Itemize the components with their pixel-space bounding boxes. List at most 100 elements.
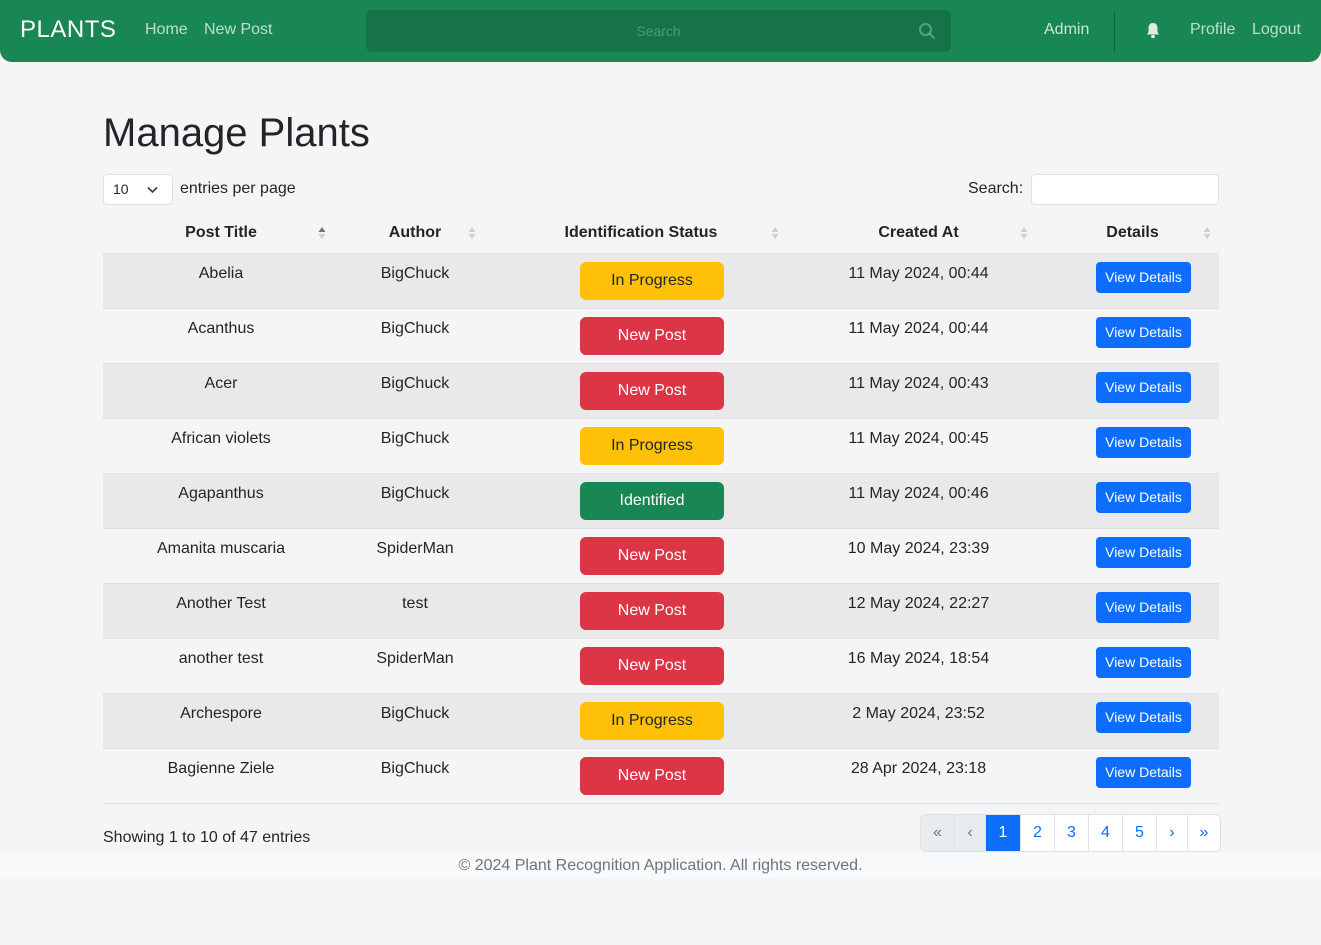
table-row: Agapanthus BigChuck Identified 11 May 20… <box>103 473 1219 529</box>
nav-home-link[interactable]: Home <box>145 21 188 39</box>
navbar-search <box>366 10 951 52</box>
table-search-input[interactable] <box>1031 174 1219 205</box>
view-details-button[interactable]: View Details <box>1096 316 1191 348</box>
created-at-cell: 11 May 2024, 00:45 <box>791 418 1046 474</box>
author-cell: BigChuck <box>339 418 491 474</box>
sort-icon <box>771 227 779 239</box>
author-cell: BigChuck <box>339 693 491 749</box>
status-badge: In Progress <box>580 261 724 300</box>
post-title-cell: Bagienne Ziele <box>103 748 339 804</box>
view-details-button[interactable]: View Details <box>1096 646 1191 678</box>
created-at-cell: 12 May 2024, 22:27 <box>791 583 1046 639</box>
created-at-cell: 10 May 2024, 23:39 <box>791 528 1046 584</box>
nav-divider <box>1114 10 1115 52</box>
author-cell: BigChuck <box>339 748 491 804</box>
post-title-cell: Agapanthus <box>103 473 339 529</box>
view-details-button[interactable]: View Details <box>1096 701 1191 733</box>
status-badge: New Post <box>580 536 724 575</box>
pagination-page-5[interactable]: 5 <box>1122 815 1156 851</box>
created-at-cell: 11 May 2024, 00:44 <box>791 308 1046 364</box>
post-title-cell: Acanthus <box>103 308 339 364</box>
view-details-button[interactable]: View Details <box>1096 591 1191 623</box>
footer: © 2024 Plant Recognition Application. Al… <box>0 853 1321 878</box>
sort-icon <box>468 227 476 239</box>
header-post-title[interactable]: Post Title <box>103 214 339 254</box>
post-title-cell: Archespore <box>103 693 339 749</box>
table-row: Acer BigChuck New Post 11 May 2024, 00:4… <box>103 363 1219 419</box>
status-badge: In Progress <box>580 701 724 740</box>
pagination: « ‹ 1 2 3 4 5 › » <box>920 814 1221 852</box>
plants-table: Post Title Author Identification Status <box>103 214 1219 804</box>
author-cell: test <box>339 583 491 639</box>
header-author[interactable]: Author <box>339 214 491 254</box>
table-row: Amanita muscaria SpiderMan New Post 10 M… <box>103 528 1219 584</box>
status-badge: New Post <box>580 756 724 795</box>
pagination-page-4[interactable]: 4 <box>1088 815 1122 851</box>
sort-asc-icon <box>318 227 326 239</box>
post-title-cell: Acer <box>103 363 339 419</box>
status-badge: New Post <box>580 316 724 355</box>
created-at-cell: 11 May 2024, 00:44 <box>791 253 1046 309</box>
table-row: Acanthus BigChuck New Post 11 May 2024, … <box>103 308 1219 364</box>
pagination-page-2[interactable]: 2 <box>1020 815 1054 851</box>
author-cell: SpiderMan <box>339 638 491 694</box>
entries-per-page-label: entries per page <box>180 180 296 197</box>
table-row: African violets BigChuck In Progress 11 … <box>103 418 1219 474</box>
post-title-cell: another test <box>103 638 339 694</box>
created-at-cell: 11 May 2024, 00:46 <box>791 473 1046 529</box>
created-at-cell: 2 May 2024, 23:52 <box>791 693 1046 749</box>
created-at-cell: 16 May 2024, 18:54 <box>791 638 1046 694</box>
author-cell: BigChuck <box>339 253 491 309</box>
sort-icon <box>1020 227 1028 239</box>
entries-select-value: 10 <box>113 181 129 197</box>
status-badge: Identified <box>580 481 724 520</box>
author-cell: SpiderMan <box>339 528 491 584</box>
view-details-button[interactable]: View Details <box>1096 536 1191 568</box>
bell-icon[interactable] <box>1145 22 1161 39</box>
pagination-page-1[interactable]: 1 <box>985 815 1020 851</box>
table-row: another test SpiderMan New Post 16 May 2… <box>103 638 1219 694</box>
table-row: Abelia BigChuck In Progress 11 May 2024,… <box>103 253 1219 309</box>
author-cell: BigChuck <box>339 363 491 419</box>
post-title-cell: Abelia <box>103 253 339 309</box>
author-cell: BigChuck <box>339 473 491 529</box>
header-details[interactable]: Details <box>1046 214 1219 254</box>
table-row: Archespore BigChuck In Progress 2 May 20… <box>103 693 1219 749</box>
page-title: Manage Plants <box>103 111 370 155</box>
table-row: Another Test test New Post 12 May 2024, … <box>103 583 1219 639</box>
view-details-button[interactable]: View Details <box>1096 371 1191 403</box>
status-badge: New Post <box>580 371 724 410</box>
pagination-page-3[interactable]: 3 <box>1054 815 1088 851</box>
post-title-cell: African violets <box>103 418 339 474</box>
pagination-first-button[interactable]: « <box>921 815 954 851</box>
header-identification-status[interactable]: Identification Status <box>491 214 791 254</box>
view-details-button[interactable]: View Details <box>1096 426 1191 458</box>
entries-per-page-select[interactable]: 10 <box>103 174 173 205</box>
table-row: Bagienne Ziele BigChuck New Post 28 Apr … <box>103 748 1219 804</box>
search-icon[interactable] <box>918 22 936 40</box>
status-badge: New Post <box>580 646 724 685</box>
view-details-button[interactable]: View Details <box>1096 481 1191 513</box>
nav-profile-link[interactable]: Profile <box>1190 21 1235 39</box>
post-title-cell: Amanita muscaria <box>103 528 339 584</box>
navbar: PLANTS Home New Post Admin Profile Logou… <box>0 0 1321 62</box>
created-at-cell: 28 Apr 2024, 23:18 <box>791 748 1046 804</box>
brand-logo[interactable]: PLANTS <box>20 16 116 44</box>
navbar-search-input[interactable] <box>366 10 951 52</box>
author-cell: BigChuck <box>339 308 491 364</box>
nav-new-post-link[interactable]: New Post <box>204 21 272 39</box>
post-title-cell: Another Test <box>103 583 339 639</box>
table-search-label: Search: <box>968 180 1024 197</box>
sort-icon <box>1203 227 1211 239</box>
showing-entries-info: Showing 1 to 10 of 47 entries <box>103 829 311 846</box>
view-details-button[interactable]: View Details <box>1096 261 1191 293</box>
pagination-last-button[interactable]: » <box>1187 815 1220 851</box>
header-created-at[interactable]: Created At <box>791 214 1046 254</box>
pagination-next-button[interactable]: › <box>1156 815 1187 851</box>
view-details-button[interactable]: View Details <box>1096 756 1191 788</box>
status-badge: In Progress <box>580 426 724 465</box>
nav-logout-link[interactable]: Logout <box>1252 21 1301 39</box>
nav-admin-link[interactable]: Admin <box>1044 21 1089 39</box>
created-at-cell: 11 May 2024, 00:43 <box>791 363 1046 419</box>
pagination-prev-button[interactable]: ‹ <box>954 815 985 851</box>
